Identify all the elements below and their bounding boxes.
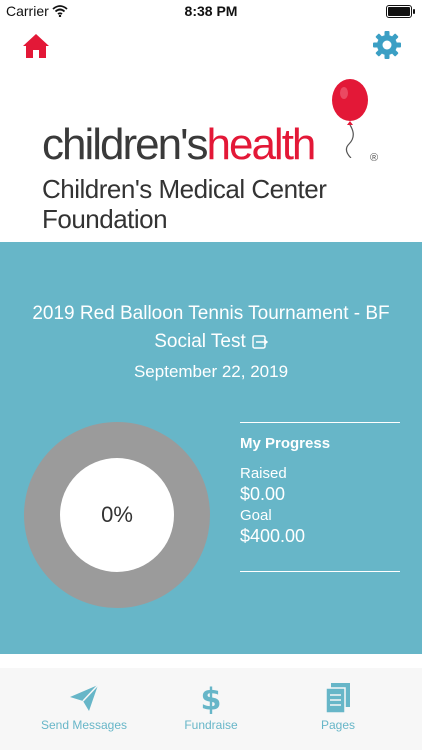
- settings-button[interactable]: [372, 30, 402, 60]
- event-date: September 22, 2019: [133, 362, 289, 381]
- progress-summary: My Progress Raised $0.00 Goal $400.00: [240, 422, 400, 572]
- status-bar: Carrier 8:38 PM: [0, 0, 422, 22]
- tab-pages[interactable]: Pages: [268, 676, 408, 738]
- paper-plane-icon: [70, 684, 99, 711]
- balloon-icon: [332, 79, 368, 158]
- tab-bar: Send Messages $ Fundraise Pages: [0, 668, 422, 750]
- tab-fundraise[interactable]: $ Fundraise: [141, 676, 281, 738]
- home-button[interactable]: [20, 30, 52, 62]
- foundation-name-line2: Foundation: [42, 204, 168, 234]
- progress-heading: My Progress: [240, 435, 331, 452]
- progress-donut: 0%: [24, 422, 210, 608]
- goal-label: Goal: [240, 507, 272, 524]
- clock: 8:38 PM: [184, 3, 238, 19]
- tab-label: Pages: [320, 718, 356, 732]
- goal-value: $400.00: [240, 526, 306, 546]
- tab-label: Fundraise: [184, 718, 238, 732]
- event-panel: 2019 Red Balloon Tennis Tournament - BF …: [0, 242, 422, 652]
- progress-percent: 0%: [60, 458, 174, 572]
- event-title[interactable]: 2019 Red Balloon Tennis Tournament - BF …: [10, 300, 412, 358]
- foundation-logo: children'shealth ® Children's Medical Ce…: [40, 78, 390, 238]
- pages-icon: [325, 683, 350, 714]
- panel-divider: [0, 652, 422, 669]
- svg-text:$: $: [201, 682, 222, 714]
- foundation-name-line1: Children's Medical Center: [42, 174, 327, 204]
- top-nav: [0, 22, 422, 72]
- tab-send-messages[interactable]: Send Messages: [14, 676, 154, 738]
- tab-label: Send Messages: [40, 718, 128, 732]
- registered-mark: ®: [370, 152, 379, 164]
- battery-icon: [386, 5, 415, 18]
- dollar-icon: $: [201, 682, 222, 714]
- gear-icon: [373, 31, 401, 59]
- brand-wordmark: children'shealth: [42, 120, 316, 169]
- raised-label: Raised: [240, 465, 287, 482]
- home-icon: [23, 34, 49, 58]
- external-link-icon: [252, 330, 268, 358]
- raised-value: $0.00: [240, 484, 286, 504]
